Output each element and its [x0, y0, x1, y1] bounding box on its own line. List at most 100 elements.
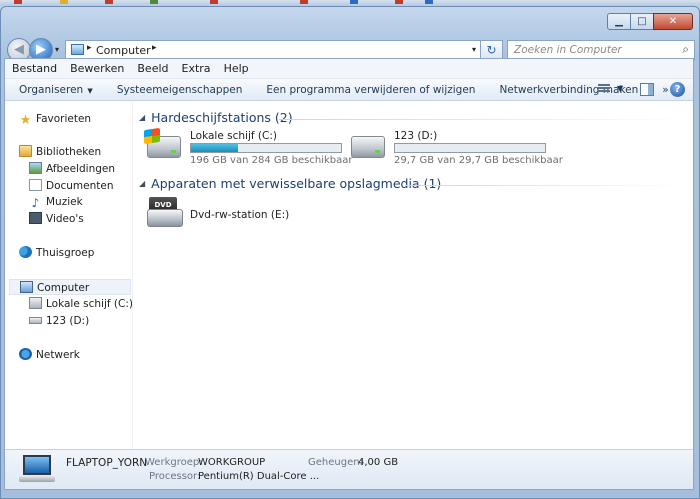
- command-bar: Organiseren ▼ Systeemeigenschappen Een p…: [5, 79, 693, 101]
- processor-label: Processor:: [149, 471, 201, 482]
- nav-pictures-label: Afbeeldingen: [46, 163, 116, 175]
- preview-pane-icon[interactable]: [640, 83, 654, 96]
- group-separator-2: [405, 176, 689, 194]
- nav-local-disk-label: Lokale schijf (C:): [46, 298, 133, 310]
- nav-libraries[interactable]: Bibliotheken: [19, 144, 101, 160]
- search-icon[interactable]: ⌕: [682, 42, 689, 57]
- menu-bewerken[interactable]: Bewerken: [70, 62, 124, 75]
- recent-pages-dropdown[interactable]: ▾: [55, 45, 59, 54]
- nav-computer-label: Computer: [37, 282, 90, 294]
- separator-line: [405, 185, 689, 186]
- network-icon: [19, 348, 32, 360]
- breadcrumb-separator[interactable]: ▸: [87, 43, 92, 53]
- explorer-content: Bestand Bewerken Beeld Extra Help Organi…: [4, 58, 694, 490]
- pane-divider[interactable]: [132, 102, 133, 449]
- breadcrumb-separator-2[interactable]: ▸: [152, 43, 157, 53]
- laptop-base: [19, 476, 55, 482]
- navigation-pane: ★ Favorieten Bibliotheken Afbeeldingen Do…: [5, 102, 133, 449]
- pictures-icon: [29, 162, 42, 174]
- nav-videos-label: Video's: [46, 213, 84, 225]
- collapse-triangle-icon: ◢: [139, 113, 146, 122]
- minimize-button[interactable]: ▁: [607, 13, 631, 30]
- nav-local-disk[interactable]: Lokale schijf (C:): [29, 296, 133, 312]
- collapse-triangle-icon: ◢: [139, 179, 146, 188]
- drive-led: [375, 150, 380, 153]
- drive-c-usage-bar: [190, 143, 342, 153]
- group-hard-drives[interactable]: ◢ Hardeschijfstations (2): [139, 110, 293, 125]
- drive-d-usage-bar: [394, 143, 546, 153]
- organize-button[interactable]: Organiseren ▼: [19, 84, 93, 96]
- maximize-button[interactable]: □: [630, 13, 654, 30]
- system-properties-button[interactable]: Systeemeigenschappen: [117, 84, 243, 96]
- nav-network-label: Netwerk: [36, 349, 80, 361]
- nav-homegroup-label: Thuisgroep: [36, 247, 95, 259]
- drive-c-space: 196 GB van 284 GB beschikbaar: [190, 155, 353, 166]
- separator-line: [279, 119, 689, 120]
- monitor-screen: [23, 455, 51, 475]
- drive-c-name: Lokale schijf (C:): [190, 130, 277, 142]
- music-note-icon: ♪: [31, 196, 40, 210]
- chevron-down-icon: ▼: [85, 86, 93, 95]
- refresh-button[interactable]: ↻: [481, 40, 503, 60]
- close-button[interactable]: ✕: [653, 13, 693, 30]
- nav-music[interactable]: ♪ Muziek: [29, 194, 83, 210]
- library-icon: [19, 145, 32, 157]
- workgroup-label: Werkgroep:: [145, 457, 203, 468]
- nav-drive-d[interactable]: 123 (D:): [29, 313, 89, 329]
- drive-led: [171, 150, 176, 153]
- menu-extra[interactable]: Extra: [182, 62, 211, 75]
- processor-value: Pentium(R) Dual-Core ...: [198, 471, 320, 482]
- organize-label: Organiseren: [19, 83, 84, 96]
- video-icon: [29, 212, 42, 224]
- nav-computer[interactable]: Computer: [9, 279, 131, 295]
- search-input[interactable]: Zoeken in Computer ⌕: [507, 40, 695, 60]
- dvd-drive-name: Dvd-rw-station (E:): [190, 209, 290, 221]
- nav-music-label: Muziek: [46, 196, 83, 208]
- windows-flag-icon: [144, 127, 160, 145]
- group-removable-label: Apparaten met verwisselbare opslagmedia …: [151, 176, 442, 191]
- computer-large-icon: [19, 455, 55, 483]
- dvd-drive-icon: DVD: [147, 197, 183, 227]
- nav-drive-d-label: 123 (D:): [46, 315, 90, 327]
- nav-libraries-label: Bibliotheken: [36, 146, 102, 158]
- nav-videos[interactable]: Video's: [29, 211, 84, 227]
- windows-drive-icon: [144, 127, 181, 158]
- drive-icon: [29, 317, 42, 324]
- dvd-drive-tile[interactable]: DVD Dvd-rw-station (E:): [147, 197, 290, 233]
- help-icon[interactable]: ?: [670, 82, 685, 97]
- computer-name: FLAPTOP_YORN: [66, 457, 148, 469]
- homegroup-icon: [19, 246, 32, 258]
- menu-beeld[interactable]: Beeld: [137, 62, 168, 75]
- search-placeholder: Zoeken in Computer: [514, 44, 622, 56]
- view-dropdown-icon[interactable]: ▼: [617, 84, 623, 93]
- nav-documents-label: Documenten: [46, 180, 114, 192]
- menu-bestand[interactable]: Bestand: [12, 62, 57, 75]
- more-commands-button[interactable]: »: [662, 84, 668, 96]
- computer-icon: [20, 281, 33, 293]
- uninstall-program-button[interactable]: Een programma verwijderen of wijzigen: [266, 84, 475, 96]
- star-icon: ★: [19, 113, 32, 128]
- drive-c-usage-fill: [191, 144, 238, 152]
- address-bar[interactable]: ▸ Computer ▸ ▾: [65, 40, 481, 60]
- group-separator: [279, 110, 689, 128]
- nav-documents[interactable]: Documenten: [29, 178, 114, 194]
- memory-value: 4,00 GB: [358, 457, 399, 468]
- menu-help[interactable]: Help: [224, 62, 249, 75]
- drive-d-space: 29,7 GB van 29,7 GB beschikbaar: [394, 155, 563, 166]
- memory-label: Geheugen:: [308, 457, 363, 468]
- drive-d-name: 123 (D:): [394, 130, 438, 142]
- document-icon: [29, 179, 42, 191]
- nav-network[interactable]: Netwerk: [19, 347, 80, 363]
- nav-favorites[interactable]: ★ Favorieten: [19, 111, 91, 127]
- nav-homegroup[interactable]: Thuisgroep: [19, 245, 94, 261]
- address-dropdown-icon[interactable]: ▾: [472, 45, 476, 54]
- nav-pictures[interactable]: Afbeeldingen: [29, 161, 115, 177]
- change-view-icon[interactable]: [598, 83, 612, 95]
- breadcrumb-computer[interactable]: Computer: [96, 44, 151, 57]
- caption-buttons: ▁ □ ✕: [607, 13, 693, 30]
- menu-bar: Bestand Bewerken Beeld Extra Help: [5, 59, 693, 79]
- details-pane: FLAPTOP_YORN Werkgroep: WORKGROUP Geheug…: [5, 449, 693, 489]
- group-removable[interactable]: ◢ Apparaten met verwisselbare opslagmedi…: [139, 176, 441, 191]
- workgroup-value: WORKGROUP: [198, 457, 266, 468]
- drive-icon: [351, 136, 385, 158]
